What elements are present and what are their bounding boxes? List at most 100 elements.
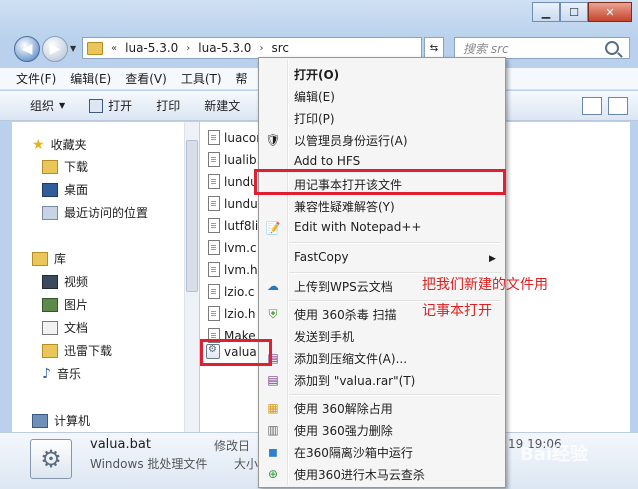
nav-pictures-label: 图片: [64, 298, 89, 312]
menu-add-rar[interactable]: 添加到 "valua.rar"(T): [294, 372, 415, 389]
nav-favorites[interactable]: ★ 收藏夹: [32, 136, 87, 153]
file-item[interactable]: lundu: [208, 174, 258, 189]
file-item[interactable]: lundu: [208, 196, 258, 211]
file-item[interactable]: lvm.h: [208, 262, 258, 277]
file-name: lundu: [224, 174, 258, 189]
change-view-icon[interactable]: [582, 97, 602, 115]
nav-desktop[interactable]: 桌面: [42, 181, 88, 198]
nav-recent[interactable]: 最近访问的位置: [42, 204, 148, 221]
chevron-down-icon: ▼: [59, 101, 66, 110]
menu-separator: [289, 242, 501, 244]
highlight-notepad-item: [254, 169, 506, 195]
chevron-right-icon[interactable]: ›: [186, 43, 190, 54]
menu-print[interactable]: 打印(P): [294, 110, 335, 127]
menu-360-sandbox[interactable]: 在360隔离沙箱中运行: [294, 444, 413, 461]
c-file-icon: [208, 152, 220, 167]
nav-computer-label: 计算机: [54, 414, 91, 428]
annotation-line-1: 把我们新建的文件用: [422, 277, 548, 293]
minimize-button[interactable]: ▁: [532, 2, 560, 22]
recent-pages-dropdown[interactable]: ▼: [70, 44, 76, 53]
nav-favorites-label: 收藏夹: [50, 138, 87, 152]
file-item[interactable]: lvm.c: [208, 240, 257, 255]
open-label: 打开: [108, 99, 133, 113]
overflow-chevron[interactable]: «: [111, 43, 117, 54]
print-label: 打印: [156, 99, 181, 113]
menu-360-cloud-scan[interactable]: 使用360进行木马云查杀: [294, 466, 425, 483]
file-item[interactable]: lutf8lil: [208, 218, 262, 233]
nav-xunlei-label: 迅雷下载: [64, 344, 113, 358]
nav-scrollbar-thumb[interactable]: [186, 140, 198, 292]
back-button[interactable]: ◀: [14, 36, 40, 62]
open-button[interactable]: 打开: [89, 97, 132, 114]
menu-file[interactable]: 文件(F): [16, 70, 56, 87]
search-icon[interactable]: [605, 41, 619, 55]
video-icon: [42, 274, 58, 289]
menu-360-delete[interactable]: 使用 360强力删除: [294, 422, 393, 439]
menu-open[interactable]: 打开(O): [294, 66, 339, 83]
file-item[interactable]: lzio.c: [208, 284, 255, 299]
menu-edit-item[interactable]: 编辑(E): [294, 88, 335, 105]
file-item[interactable]: lzio.h: [208, 306, 256, 321]
menu-separator: [289, 394, 501, 396]
menu-run-as-admin[interactable]: 以管理员身份运行(A): [294, 132, 408, 149]
menu-tools[interactable]: 工具(T): [181, 70, 222, 87]
breadcrumb-lua-5.3.0[interactable]: lua-5.3.0: [125, 41, 178, 55]
menu-compat-troubleshoot[interactable]: 兼容性疑难解答(Y): [294, 198, 395, 215]
menu-help[interactable]: 帮: [236, 70, 248, 87]
nav-pictures[interactable]: 图片: [42, 296, 88, 313]
open-icon: [89, 98, 104, 113]
picture-icon: [42, 297, 58, 312]
organize-button[interactable]: 组织 ▼: [30, 97, 65, 114]
folder-icon: [42, 343, 58, 358]
new-folder-button[interactable]: 新建文: [204, 97, 240, 114]
menu-add-archive[interactable]: 添加到压缩文件(A)...: [294, 350, 407, 367]
menu-360-unlock[interactable]: 使用 360解除占用: [294, 400, 393, 417]
watermark-logo: Bai经验: [520, 444, 589, 465]
menu-edit-notepadpp[interactable]: Edit with Notepad++: [294, 220, 421, 234]
chevron-right-icon[interactable]: ›: [259, 43, 263, 54]
nav-documents[interactable]: 文档: [42, 319, 88, 336]
close-button[interactable]: ✕: [588, 2, 632, 22]
download-folder-icon: [42, 159, 58, 174]
nav-downloads[interactable]: 下载: [42, 158, 88, 175]
file-name: lzio.h: [224, 306, 256, 321]
preview-pane-icon[interactable]: [608, 97, 628, 115]
forward-button[interactable]: ▶: [42, 36, 68, 62]
c-file-icon: [208, 284, 220, 299]
menu-send-to-phone[interactable]: 发送到手机: [294, 328, 354, 345]
menu-edit[interactable]: 编辑(E): [70, 70, 111, 87]
menu-fastcopy[interactable]: FastCopy: [294, 250, 349, 264]
gear-icon: ⚙: [30, 439, 72, 479]
nav-libraries[interactable]: 库: [32, 250, 66, 267]
menu-upload-wps[interactable]: 上传到WPS云文档: [294, 278, 393, 295]
print-button[interactable]: 打印: [156, 97, 180, 114]
nav-videos[interactable]: 视频: [42, 273, 88, 290]
file-name: lzio.c: [224, 284, 255, 299]
nav-recent-label: 最近访问的位置: [64, 206, 149, 220]
window-controls: ▁ ☐ ✕: [532, 2, 632, 22]
breadcrumb-lua-5.3.0-inner[interactable]: lua-5.3.0: [198, 41, 251, 55]
unlock-icon: ▦: [267, 401, 279, 415]
address-bar[interactable]: « lua-5.3.0 › lua-5.3.0 › src: [82, 37, 422, 59]
detail-size-label: 大小: [234, 457, 259, 471]
navigation-pane: ★ 收藏夹 下载 桌面 最近访问的位置 库 视频 图片 文档 迅雷下载 ♪ 音乐…: [12, 122, 198, 432]
file-item[interactable]: luacor: [208, 130, 261, 145]
breadcrumb-src[interactable]: src: [271, 41, 289, 55]
nav-music[interactable]: ♪ 音乐: [42, 365, 81, 382]
organize-label: 组织: [30, 99, 55, 113]
search-input[interactable]: 搜索 src: [463, 40, 605, 57]
c-file-icon: [208, 240, 220, 255]
nav-computer[interactable]: 计算机: [32, 412, 90, 429]
menu-view[interactable]: 查看(V): [125, 70, 167, 87]
nav-xunlei[interactable]: 迅雷下载: [42, 342, 112, 359]
refresh-button[interactable]: ⇆: [424, 37, 444, 59]
search-box[interactable]: 搜索 src: [454, 37, 630, 59]
menu-scan-360[interactable]: 使用 360杀毒 扫描: [294, 306, 397, 323]
nav-downloads-label: 下载: [64, 160, 89, 174]
maximize-button[interactable]: ☐: [560, 2, 588, 22]
menu-add-to-hfs[interactable]: Add to HFS: [294, 154, 360, 168]
folder-icon: [87, 41, 103, 55]
arrow-left-icon: ◀: [21, 41, 33, 57]
nav-libraries-label: 库: [54, 252, 67, 266]
file-item[interactable]: lualib.: [208, 152, 260, 167]
